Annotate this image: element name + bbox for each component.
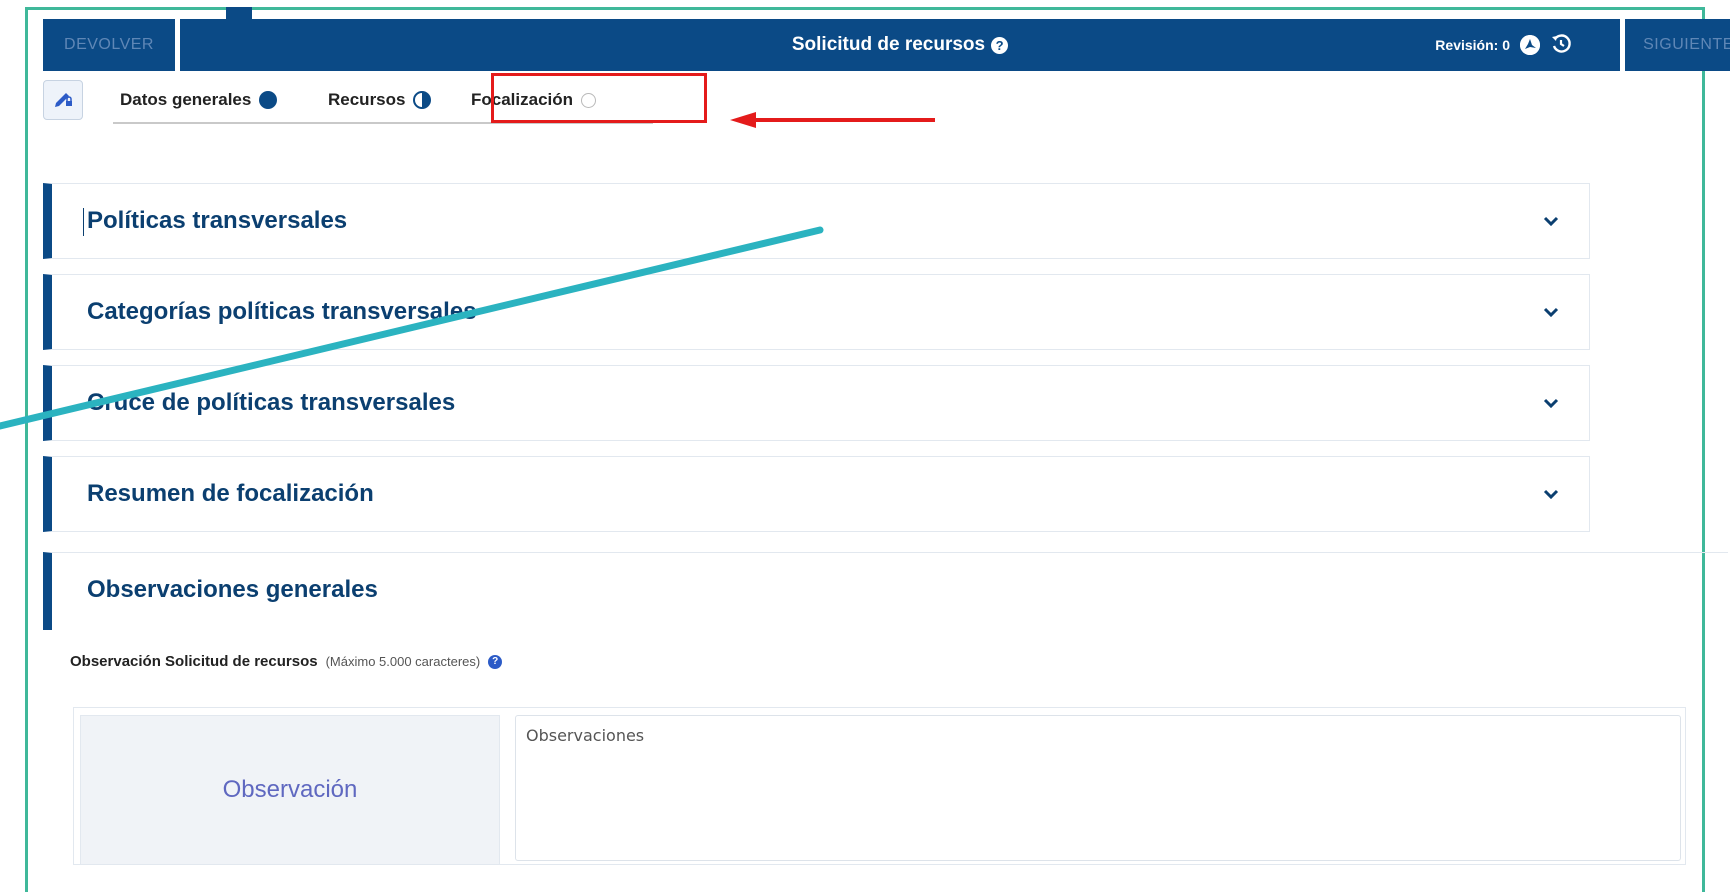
status-partial-icon [413, 91, 432, 109]
revision-area: Revisión: 0 [1435, 19, 1572, 71]
status-complete-icon [259, 91, 278, 109]
section-title: Políticas transversales [87, 207, 348, 234]
section-cruce-politicas[interactable]: Cruce de políticas transversales [43, 365, 1590, 441]
history-icon[interactable] [1550, 33, 1572, 58]
title-bar: Solicitud de recursos ? Revisión: 0 [180, 19, 1620, 71]
observation-field-label: Observación Solicitud de recursos (Máxim… [70, 653, 503, 670]
devolver-button[interactable]: DEVOLVER [43, 19, 175, 71]
page-title-wrap: Solicitud de recursos ? [180, 19, 1620, 71]
help-icon[interactable]: ? [991, 36, 1009, 54]
section-categorias-politicas[interactable]: Categorías políticas transversales [43, 274, 1590, 350]
observations-textarea[interactable] [515, 715, 1681, 861]
section-title: Cruce de políticas transversales [87, 389, 456, 416]
highlight-box [491, 73, 707, 123]
tab-label: Datos generales [120, 90, 252, 109]
section-politicas-transversales[interactable]: Políticas transversales [43, 183, 1590, 259]
field-hint: (Máximo 5.000 caracteres) [325, 654, 481, 669]
pencil-lock-icon [52, 87, 74, 114]
text-cursor [83, 208, 84, 236]
pdf-icon[interactable] [1520, 35, 1540, 55]
chevron-down-icon[interactable] [1543, 184, 1559, 258]
chevron-down-icon[interactable] [1543, 366, 1559, 440]
tab-label: Recursos [328, 90, 406, 109]
revision-label: Revisión: 0 [1435, 37, 1510, 53]
arrow-left-icon [730, 112, 935, 128]
tab-recursos[interactable]: Recursos [328, 90, 432, 110]
section-title: Categorías políticas transversales [87, 298, 477, 325]
siguiente-button[interactable]: SIGUIENTE [1625, 19, 1730, 71]
observation-left-label: Observación [80, 715, 500, 865]
chevron-down-icon[interactable] [1543, 275, 1559, 349]
field-label: Observación Solicitud de recursos [70, 653, 318, 670]
section-title: Observaciones generales [87, 576, 378, 603]
section-title: Resumen de focalización [87, 480, 374, 507]
top-bar: DEVOLVER Solicitud de recursos ? Revisió… [43, 19, 1730, 71]
edit-lock-button[interactable] [43, 80, 83, 120]
help-icon[interactable]: ? [488, 654, 503, 669]
tab-datos-generales[interactable]: Datos generales [120, 90, 278, 110]
section-resumen-focalizacion[interactable]: Resumen de focalización [43, 456, 1590, 532]
section-observaciones-generales: Observaciones generales [43, 552, 1728, 630]
chevron-down-icon[interactable] [1543, 457, 1559, 531]
page-title: Solicitud de recursos [791, 34, 986, 55]
